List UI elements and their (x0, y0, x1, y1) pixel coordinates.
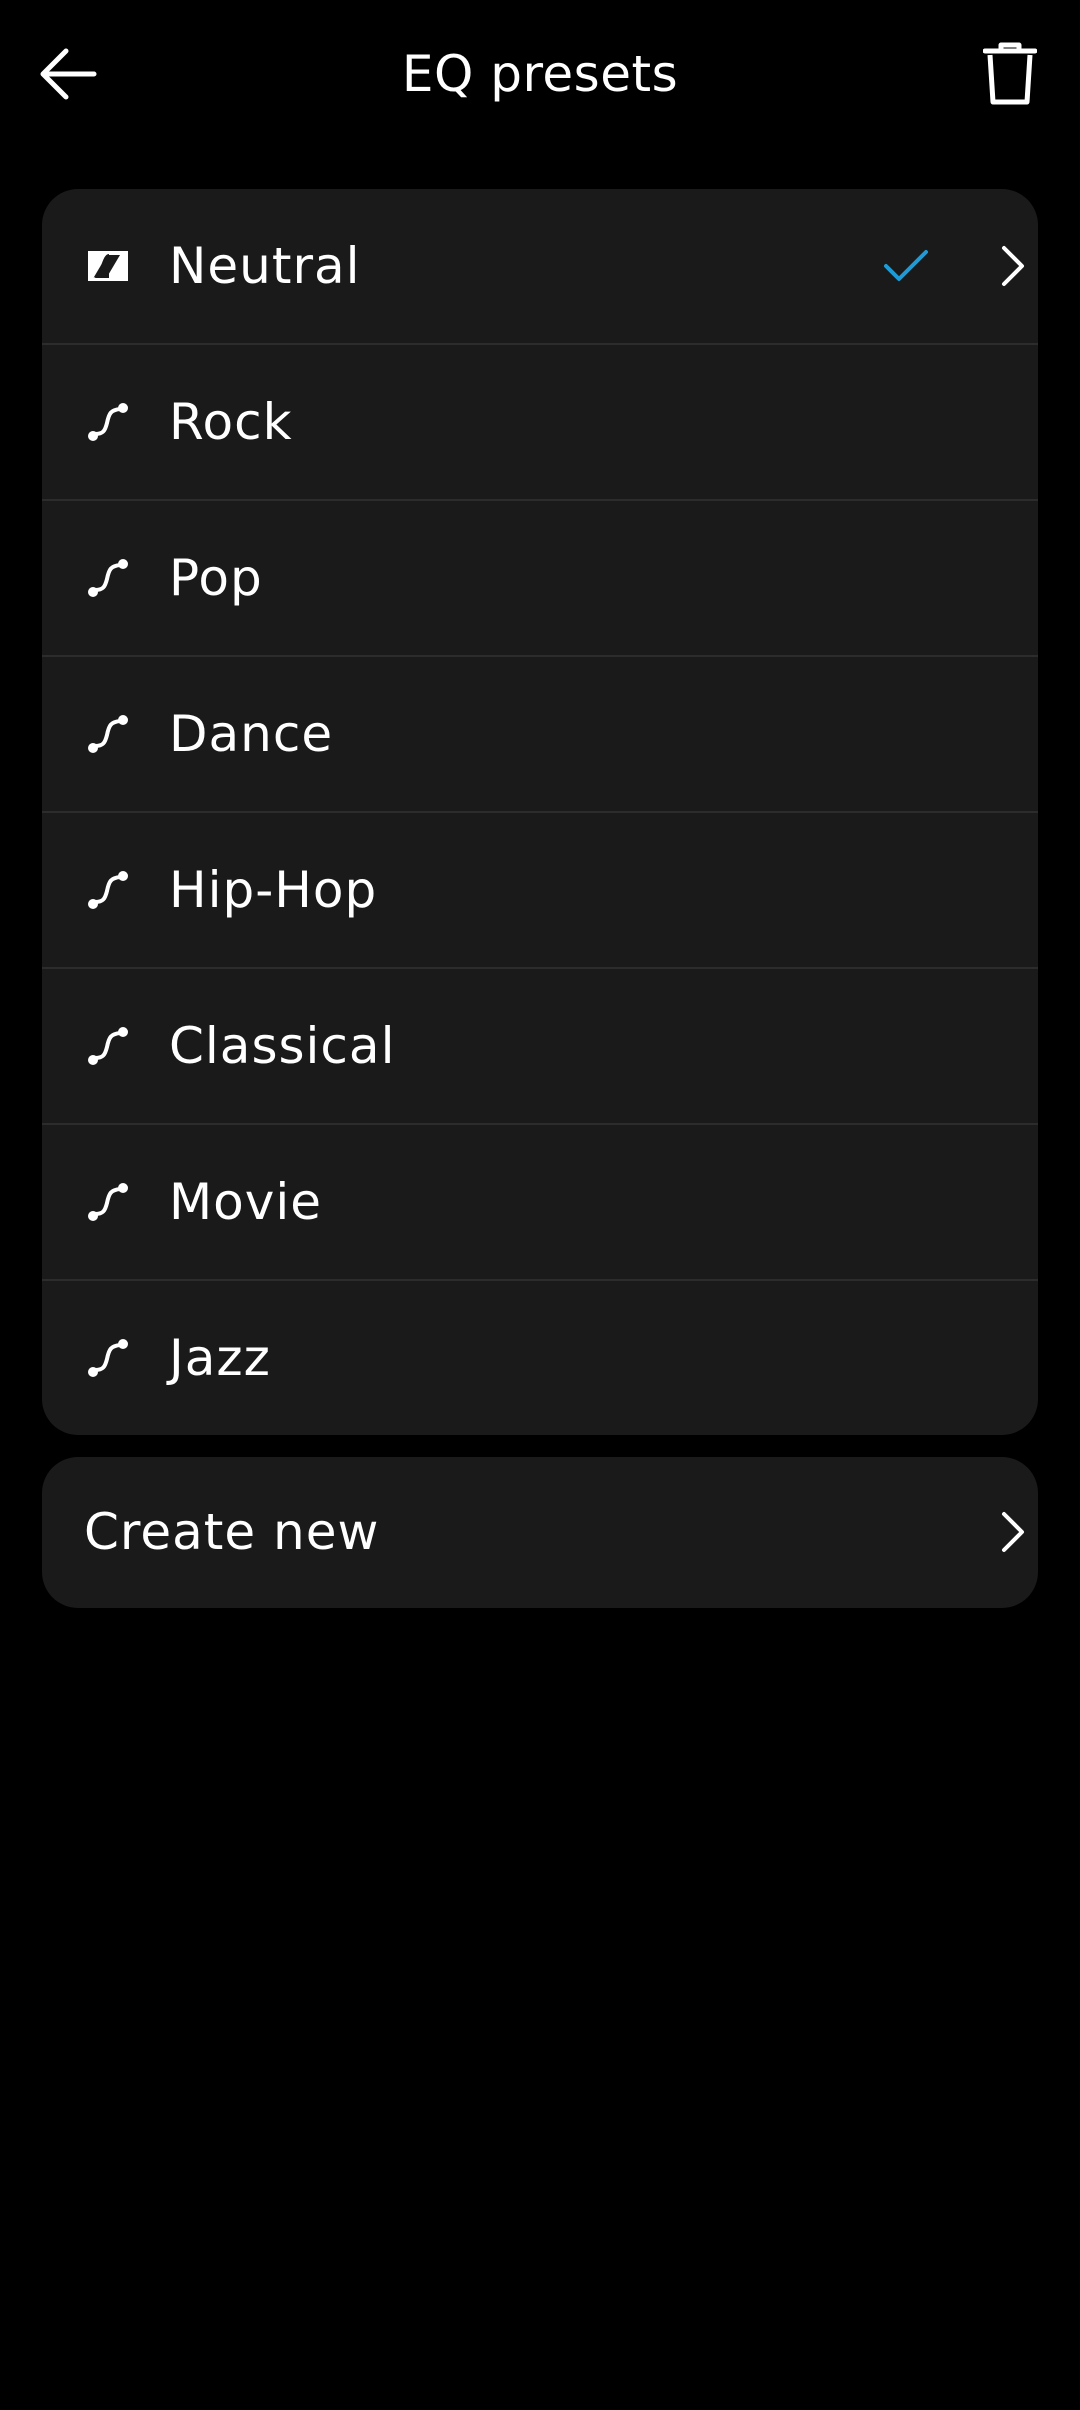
preset-row-jazz[interactable]: Jazz (42, 1281, 1038, 1435)
chevron-right-icon (1002, 1512, 1024, 1552)
preset-label: Neutral (169, 237, 361, 295)
preset-label: Hip-Hop (169, 861, 378, 919)
eq-curve-icon (87, 1181, 129, 1223)
preset-label: Pop (169, 549, 263, 607)
create-new-button[interactable]: Create new (42, 1457, 1038, 1608)
eq-curve-icon (87, 1337, 129, 1379)
page-title: EQ presets (401, 45, 679, 103)
eq-presets-list: Neutral Rock Pop Dance Hip-Hop Classical… (42, 189, 1038, 1435)
preset-row-pop[interactable]: Pop (42, 501, 1038, 657)
trash-icon (983, 42, 1037, 105)
preset-label: Rock (169, 393, 293, 451)
preset-label: Classical (169, 1017, 396, 1075)
eq-curve-icon (87, 557, 129, 599)
neutral-preset-icon (87, 245, 129, 287)
preset-row-rock[interactable]: Rock (42, 345, 1038, 501)
eq-curve-icon (87, 869, 129, 911)
preset-row-dance[interactable]: Dance (42, 657, 1038, 813)
delete-button[interactable] (970, 34, 1050, 114)
top-app-bar: EQ presets (0, 0, 1080, 150)
preset-row-movie[interactable]: Movie (42, 1125, 1038, 1281)
preset-label: Movie (169, 1173, 322, 1231)
preset-row-hip-hop[interactable]: Hip-Hop (42, 813, 1038, 969)
chevron-right-icon[interactable] (992, 244, 1032, 288)
checkmark-icon (884, 250, 928, 281)
preset-label: Dance (169, 705, 334, 763)
eq-curve-icon (87, 713, 129, 755)
eq-curve-icon (87, 1025, 129, 1067)
preset-row-neutral[interactable]: Neutral (42, 189, 1038, 345)
eq-curve-icon (87, 401, 129, 443)
preset-row-classical[interactable]: Classical (42, 969, 1038, 1125)
create-new-label: Create new (84, 1503, 380, 1561)
preset-label: Jazz (169, 1329, 271, 1387)
